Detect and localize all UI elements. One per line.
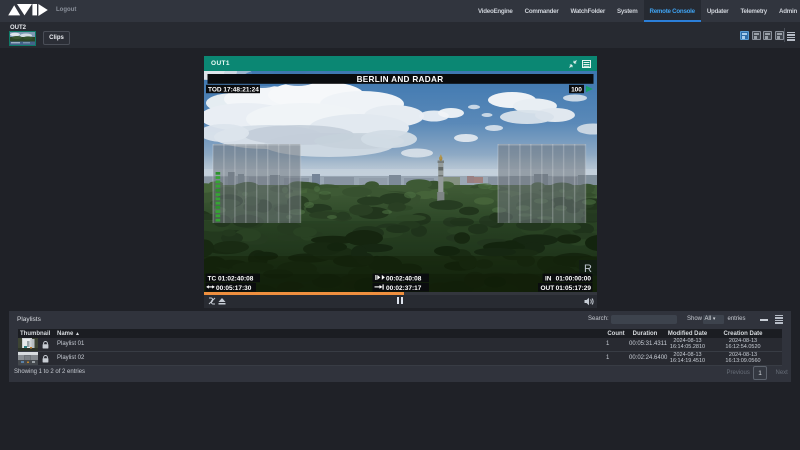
svg-text:OUT: OUT — [541, 285, 555, 292]
svg-text:00:05:17:30: 00:05:17:30 — [216, 285, 252, 292]
svg-text:TOD 17:48:21:24: TOD 17:48:21:24 — [208, 86, 259, 93]
svg-text:IN: IN — [545, 276, 552, 283]
svg-text:100: 100 — [571, 87, 582, 94]
svg-text:01:00:00:00: 01:00:00:00 — [556, 276, 592, 283]
svg-text:R: R — [584, 263, 592, 275]
svg-text:01:05:17:29: 01:05:17:29 — [556, 285, 592, 292]
svg-text:TC 01:02:40:08: TC 01:02:40:08 — [208, 276, 254, 283]
svg-text:00:02:37:17: 00:02:37:17 — [386, 285, 422, 292]
svg-text:BERLIN AND RADAR: BERLIN AND RADAR — [357, 75, 444, 84]
svg-text:00:02:40:08: 00:02:40:08 — [386, 276, 422, 283]
